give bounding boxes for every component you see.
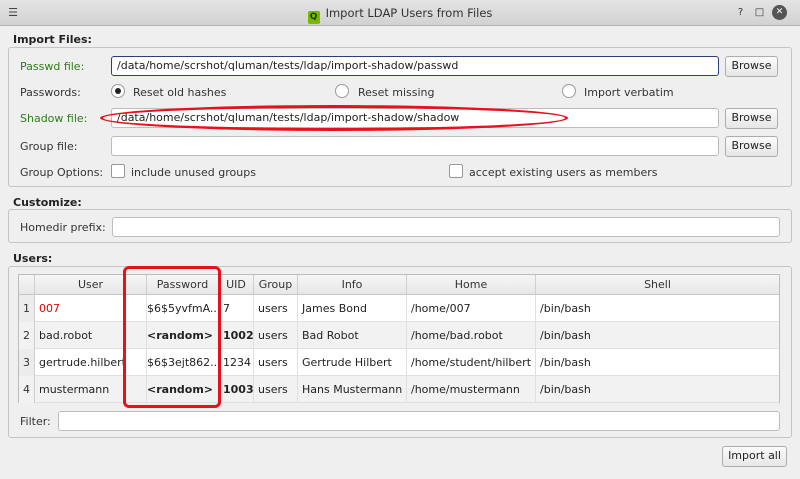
window-title: Q Import LDAP Users from Files (0, 6, 800, 24)
table-cell-group[interactable]: users (254, 322, 298, 349)
reset-missing-radio[interactable] (335, 84, 349, 98)
column-header-info[interactable]: Info (298, 275, 407, 295)
column-header-password[interactable]: Password (147, 275, 219, 295)
maximize-icon[interactable]: □ (752, 5, 767, 20)
table-cell-info[interactable]: Hans Mustermann (298, 376, 407, 403)
shadow-label: Shadow file: (20, 112, 88, 125)
group-browse-button[interactable]: Browse (725, 136, 778, 157)
accept-existing-checkbox[interactable] (449, 164, 463, 178)
row-number: 3 (19, 349, 35, 376)
table-cell-password[interactable]: $6$5yvfmA... (147, 295, 219, 322)
table-cell-uid[interactable]: 1234 (219, 349, 254, 376)
table-cell-user[interactable]: bad.robot (35, 322, 147, 349)
passwd-field[interactable]: /data/home/scrshot/qluman/tests/ldap/imp… (111, 56, 719, 76)
shadow-field[interactable]: /data/home/scrshot/qluman/tests/ldap/imp… (111, 108, 719, 128)
corner-header (19, 275, 35, 295)
import-files-title: Import Files: (13, 33, 92, 46)
row-number: 2 (19, 322, 35, 349)
table-cell-password[interactable]: $6$3ejt862... (147, 349, 219, 376)
column-header-home[interactable]: Home (407, 275, 536, 295)
table-cell-info[interactable]: James Bond (298, 295, 407, 322)
column-header-shell[interactable]: Shell (536, 275, 779, 295)
table-cell-password[interactable]: <random> (147, 322, 219, 349)
homedir-prefix-field[interactable] (112, 217, 780, 237)
table-cell-home[interactable]: /home/student/hilbert (407, 349, 536, 376)
table-cell-home[interactable]: /home/007 (407, 295, 536, 322)
reset-old-hashes-radio[interactable] (111, 84, 125, 98)
table-cell-home[interactable]: /home/mustermann (407, 376, 536, 403)
passwd-label: Passwd file: (20, 60, 85, 73)
table-cell-shell[interactable]: /bin/bash (536, 322, 779, 349)
table-cell-group[interactable]: users (254, 295, 298, 322)
table-cell-info[interactable]: Gertrude Hilbert (298, 349, 407, 376)
include-unused-checkbox[interactable] (111, 164, 125, 178)
users-table[interactable]: User Password UID Group Info Home Shell … (18, 274, 780, 403)
table-cell-shell[interactable]: /bin/bash (536, 349, 779, 376)
filter-label: Filter: (20, 415, 51, 428)
table-cell-group[interactable]: users (254, 376, 298, 403)
table-cell-shell[interactable]: /bin/bash (536, 295, 779, 322)
import-verbatim-radio[interactable] (562, 84, 576, 98)
table-cell-uid[interactable]: 1003 (219, 376, 254, 403)
reset-missing-label[interactable]: Reset missing (358, 86, 434, 99)
row-number: 1 (19, 295, 35, 322)
homedir-prefix-label: Homedir prefix: (20, 221, 106, 234)
import-all-button[interactable]: Import all (722, 446, 787, 467)
column-header-user[interactable]: User (35, 275, 147, 295)
filter-field[interactable] (58, 411, 780, 431)
customize-title: Customize: (13, 196, 82, 209)
title-bar: ☰ Q Import LDAP Users from Files ? □ ✕ (0, 0, 800, 26)
group-file-label: Group file: (20, 140, 78, 153)
close-icon[interactable]: ✕ (772, 5, 787, 20)
table-cell-user[interactable]: mustermann (35, 376, 147, 403)
table-cell-group[interactable]: users (254, 349, 298, 376)
table-cell-uid[interactable]: 1002 (219, 322, 254, 349)
table-cell-uid[interactable]: 7 (219, 295, 254, 322)
group-file-field[interactable] (111, 136, 719, 156)
group-options-label: Group Options: (20, 166, 104, 179)
table-cell-user[interactable]: 007 (35, 295, 147, 322)
table-cell-password[interactable]: <random> (147, 376, 219, 403)
qluman-icon: Q (307, 11, 320, 24)
table-cell-user[interactable]: gertrude.hilbert (35, 349, 147, 376)
shadow-browse-button[interactable]: Browse (725, 108, 778, 129)
include-unused-label[interactable]: include unused groups (131, 166, 256, 179)
accept-existing-label[interactable]: accept existing users as members (469, 166, 657, 179)
help-icon[interactable]: ? (733, 5, 748, 20)
reset-old-hashes-label[interactable]: Reset old hashes (133, 86, 226, 99)
import-verbatim-label[interactable]: Import verbatim (584, 86, 674, 99)
table-cell-home[interactable]: /home/bad.robot (407, 322, 536, 349)
row-number: 4 (19, 376, 35, 403)
passwords-label: Passwords: (20, 86, 81, 99)
passwd-browse-button[interactable]: Browse (725, 56, 778, 77)
table-cell-info[interactable]: Bad Robot (298, 322, 407, 349)
users-title: Users: (13, 252, 53, 265)
column-header-uid[interactable]: UID (219, 275, 254, 295)
table-cell-shell[interactable]: /bin/bash (536, 376, 779, 403)
column-header-group[interactable]: Group (254, 275, 298, 295)
